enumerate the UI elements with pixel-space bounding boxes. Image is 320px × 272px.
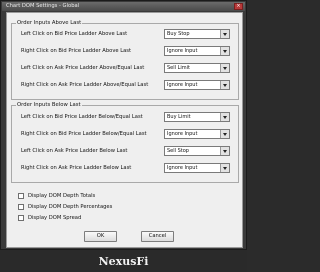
chevron-down-icon[interactable] [220,130,229,138]
setting-row: Left Click on Ask Price Ladder Below Las… [21,146,237,156]
setting-row: Right Click on Ask Price Ladder Above/Eq… [21,80,237,90]
dropdown-value: Ignore Input [167,48,198,54]
action-dropdown[interactable]: Ignore Input [164,163,230,173]
dropdown-value: Ignore Input [167,131,198,137]
dropdown-value: Ignore Input [167,165,198,171]
action-dropdown[interactable]: Ignore Input [164,46,230,56]
settings-dialog: Order Inputs Above Last Left Click on Bi… [6,12,243,248]
window-title: Chart DOM Settings - Global [6,3,80,9]
action-dropdown[interactable]: Sell Limit [164,63,230,73]
watermark-bar: NexusFi [0,250,247,272]
dropdown-value: Sell Limit [167,65,191,71]
chevron-down-icon[interactable] [220,47,229,55]
setting-row: Left Click on Bid Price Ladder Above Las… [21,29,237,39]
checkbox-box[interactable] [18,204,24,210]
setting-label: Left Click on Bid Price Ladder Above Las… [21,31,128,37]
close-icon[interactable]: × [234,3,243,10]
setting-label: Left Click on Ask Price Ladder Above/Equ… [21,65,145,71]
checkbox-label: Display DOM Depth Percentages [28,204,113,210]
dropdown-value: Buy Limit [167,114,191,120]
depth-percentages-checkbox[interactable]: Display DOM Depth Percentages [18,203,138,211]
chevron-down-icon[interactable] [220,64,229,72]
setting-row: Right Click on Ask Price Ladder Below La… [21,163,237,173]
checkbox-box[interactable] [18,215,24,221]
setting-label: Left Click on Bid Price Ladder Below/Equ… [21,114,143,120]
depth-totals-checkbox[interactable]: Display DOM Depth Totals [18,192,138,200]
action-dropdown[interactable]: Buy Limit [164,112,230,122]
setting-label: Left Click on Ask Price Ladder Below Las… [21,148,128,154]
setting-label: Right Click on Bid Price Ladder Below/Eq… [21,131,147,137]
action-dropdown[interactable]: Sell Stop [164,146,230,156]
group-title-above: Order Inputs Above Last [16,19,83,27]
chevron-down-icon[interactable] [220,164,229,172]
action-dropdown[interactable]: Ignore Input [164,80,230,90]
checkbox-label: Display DOM Depth Totals [28,193,96,199]
cancel-button[interactable]: Cancel [141,231,174,242]
setting-row: Left Click on Ask Price Ladder Above/Equ… [21,63,237,73]
chevron-down-icon[interactable] [220,113,229,121]
checkbox-label: Display DOM Spread [28,215,82,221]
setting-row: Left Click on Bid Price Ladder Below/Equ… [21,112,237,122]
nexusfi-logo: NexusFi [98,255,149,268]
dropdown-value: Buy Stop [167,31,190,37]
setting-label: Right Click on Ask Price Ladder Above/Eq… [21,82,149,88]
dropdown-value: Sell Stop [167,148,189,154]
action-dropdown[interactable]: Buy Stop [164,29,230,39]
setting-row: Right Click on Bid Price Ladder Below/Eq… [21,129,237,139]
setting-label: Right Click on Ask Price Ladder Below La… [21,165,132,171]
group-title-below: Order Inputs Below Last [16,101,82,109]
dom-settings-window: Chart DOM Settings - Global × Order Inpu… [0,0,247,250]
action-dropdown[interactable]: Ignore Input [164,129,230,139]
setting-label: Right Click on Bid Price Ladder Above La… [21,48,132,54]
ok-button[interactable]: OK [84,231,117,242]
chevron-down-icon[interactable] [220,147,229,155]
setting-row: Right Click on Bid Price Ladder Above La… [21,46,237,56]
order-inputs-below-last-group: Order Inputs Below Last Left Click on Bi… [11,101,239,183]
title-bar[interactable]: Chart DOM Settings - Global × [2,2,245,11]
dom-spread-checkbox[interactable]: Display DOM Spread [18,214,138,222]
checkbox-box[interactable] [18,193,24,199]
chevron-down-icon[interactable] [220,30,229,38]
dropdown-value: Ignore Input [167,82,198,88]
order-inputs-above-last-group: Order Inputs Above Last Left Click on Bi… [11,19,239,100]
chevron-down-icon[interactable] [220,81,229,89]
